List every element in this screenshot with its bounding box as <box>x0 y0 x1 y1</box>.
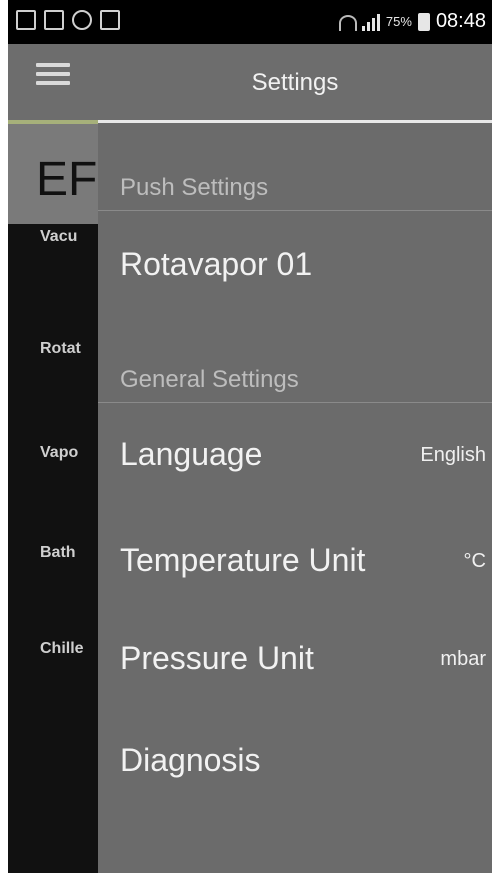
settings-drawer: Settings Push Settings Rotavapor 01 Gene… <box>98 44 492 873</box>
setting-label: Diagnosis <box>120 742 261 778</box>
drawer-header: Settings <box>98 44 492 120</box>
app-label-rotation: Rotat <box>40 340 81 357</box>
setting-temperature-unit[interactable]: Temperature Unit °C <box>98 528 492 588</box>
push-item-rotavapor[interactable]: Rotavapor 01 <box>98 232 492 292</box>
push-settings-divider <box>98 210 492 211</box>
setting-label: Language <box>120 436 263 472</box>
push-settings-title: Push Settings <box>120 174 269 201</box>
push-item-label: Rotavapor 01 <box>120 246 313 282</box>
app-label-chiller: Chille <box>40 640 84 657</box>
setting-value: mbar <box>440 648 486 670</box>
download-icon <box>16 10 36 30</box>
phone-screen: 75% 08:48 EF Vacu Rotat Vapo Bath Chille… <box>8 0 492 873</box>
status-indicators: 75% 08:48 <box>338 10 486 33</box>
battery-icon <box>417 12 430 31</box>
wifi-icon <box>338 13 357 31</box>
document-icon <box>100 10 120 30</box>
app-title: EF <box>36 153 98 206</box>
notification-icons <box>16 10 120 30</box>
setting-diagnosis[interactable]: Diagnosis <box>98 728 492 788</box>
header-divider <box>98 120 492 123</box>
setting-pressure-unit[interactable]: Pressure Unit mbar <box>98 626 492 686</box>
message-icon <box>72 10 92 30</box>
battery-percent: 75% <box>385 14 412 29</box>
setting-value: °C <box>463 550 486 572</box>
setting-label: Pressure Unit <box>120 640 314 676</box>
general-settings-title: General Settings <box>120 366 299 393</box>
clock: 08:48 <box>435 10 486 32</box>
app-label-vapor: Vapo <box>40 444 79 461</box>
drawer-title: Settings <box>251 69 339 96</box>
app-label-vacuum: Vacu <box>40 228 78 245</box>
image-icon <box>44 10 64 30</box>
app-label-bath: Bath <box>40 544 76 561</box>
setting-label: Temperature Unit <box>120 542 366 578</box>
setting-language[interactable]: Language English <box>98 422 492 482</box>
status-bar: 75% 08:48 <box>8 0 492 44</box>
general-settings-divider <box>98 402 492 403</box>
setting-value: English <box>420 444 486 466</box>
menu-icon[interactable] <box>36 58 70 88</box>
signal-icon <box>361 13 380 31</box>
